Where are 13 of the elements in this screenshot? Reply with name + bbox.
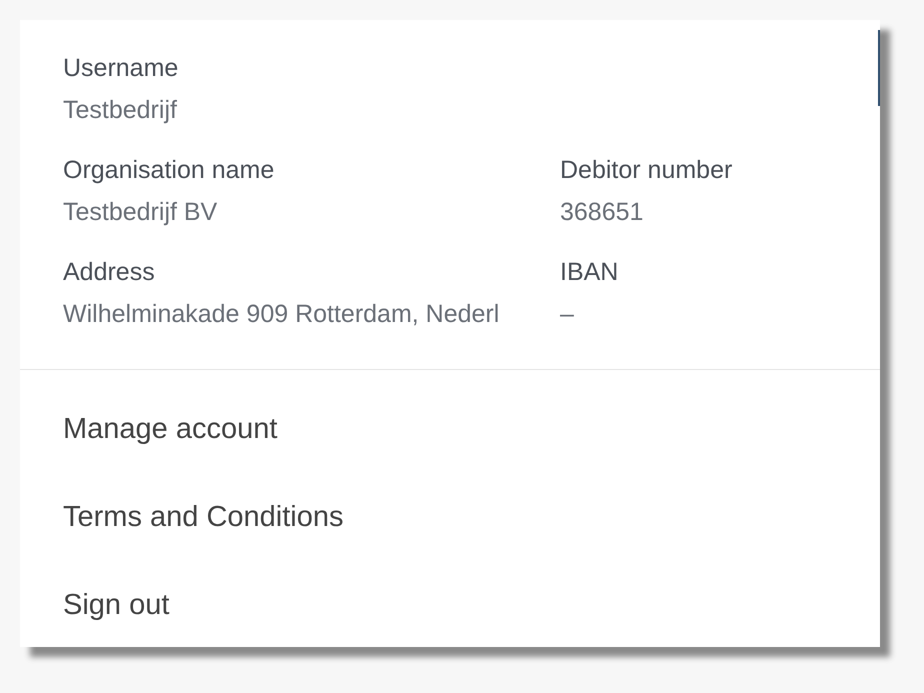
field-value: – — [560, 300, 574, 328]
field-value: 368651 — [560, 198, 644, 226]
field-label: Organisation name — [63, 156, 274, 184]
field-label: Address — [63, 258, 155, 286]
field-value: Wilhelminakade 909 Rotterdam, Nederl — [63, 300, 500, 328]
field-label: Debitor number — [560, 156, 732, 184]
menu-item[interactable]: Manage account — [63, 413, 278, 445]
field-value: Testbedrijf — [63, 96, 177, 124]
menu-item[interactable]: Terms and Conditions — [63, 501, 344, 533]
field-label: IBAN — [560, 258, 618, 286]
menu-item[interactable]: Sign out — [63, 589, 170, 621]
field-value: Testbedrijf BV — [63, 198, 218, 226]
field-label: Username — [63, 54, 178, 82]
